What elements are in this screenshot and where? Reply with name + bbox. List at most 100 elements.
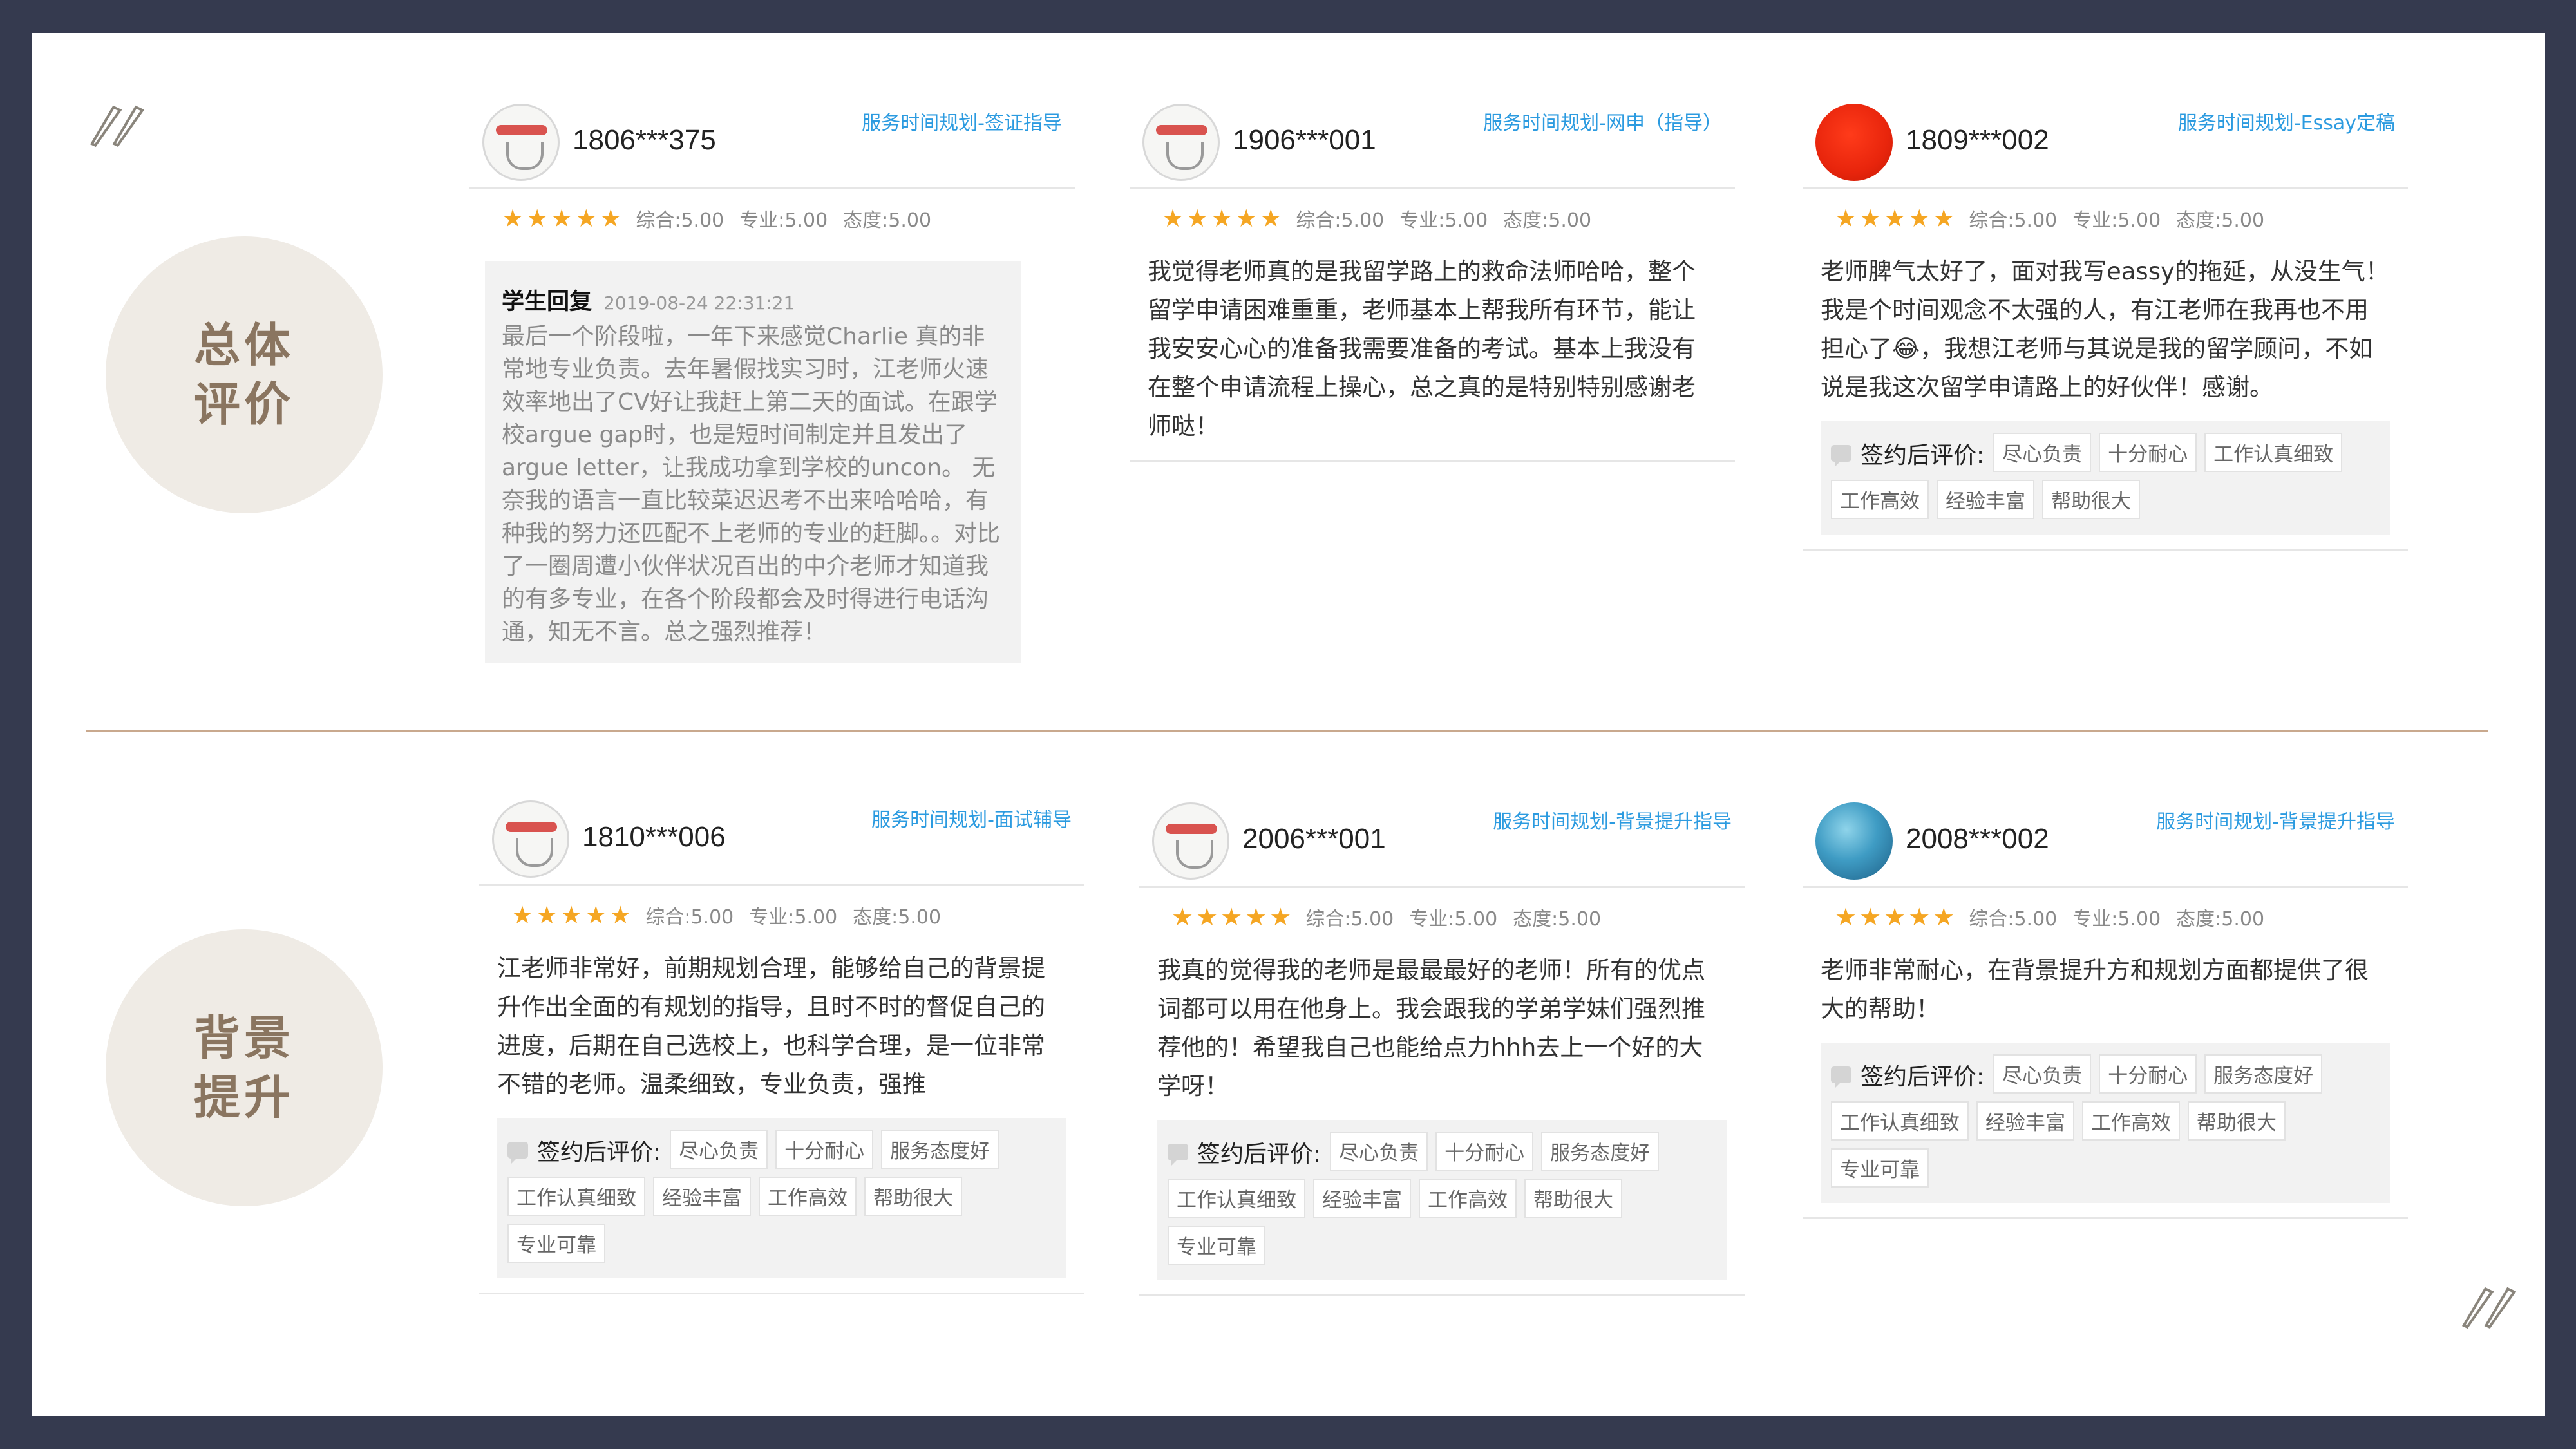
tag: 帮助很大 bbox=[2188, 1101, 2286, 1141]
student-reply: 学生回复 2019-08-24 22:31:21 最后一个阶段啦，一年下来感觉Ch… bbox=[485, 261, 1021, 663]
card-divider bbox=[1803, 549, 2408, 551]
score-overall: 综合:5.00 bbox=[1969, 908, 2058, 931]
tag: 工作高效 bbox=[759, 1177, 857, 1216]
tag: 工作认真细致 bbox=[1831, 1101, 1969, 1141]
review-card: 2006***001 服务时间规划-背景提升指导 ★★★★★ 综合:5.00 专… bbox=[1139, 790, 1745, 1296]
rating-row: ★★★★★ 综合:5.00 专业:5.00 态度:5.00 bbox=[1139, 888, 1745, 946]
tag: 工作认真细致 bbox=[2204, 433, 2343, 472]
avatar bbox=[1815, 802, 1893, 880]
tag-list: 签约后评价: 尽心负责 十分耐心 工作认真细致 工作高效 经验丰富 帮助很大 bbox=[1831, 433, 2382, 527]
rating-row: ★★★★★ 综合:5.00 专业:5.00 态度:5.00 bbox=[469, 189, 1075, 247]
username: 2006***001 bbox=[1242, 823, 1386, 855]
service-link[interactable]: 服务时间规划-面试辅导 bbox=[871, 804, 1072, 832]
tag: 帮助很大 bbox=[2042, 480, 2140, 519]
section-divider bbox=[86, 730, 2488, 732]
score-attitude: 态度:5.00 bbox=[843, 209, 932, 232]
review-text: 我觉得老师真的是我留学路上的救命法师哈哈，整个留学申请困难重重，老师基本上帮我所… bbox=[1148, 258, 1696, 440]
tag-box: 签约后评价: 尽心负责 十分耐心 服务态度好 工作认真细致 经验丰富 工作高效 … bbox=[497, 1118, 1066, 1278]
comment-icon bbox=[1168, 1143, 1188, 1166]
score-professional: 专业:5.00 bbox=[1399, 209, 1488, 232]
section-title: 背景 提升 bbox=[193, 1010, 294, 1124]
score-attitude: 态度:5.00 bbox=[853, 906, 942, 929]
card-divider bbox=[479, 1293, 1084, 1294]
tag: 服务态度好 bbox=[881, 1130, 999, 1169]
tag: 服务态度好 bbox=[1541, 1132, 1660, 1171]
star-rating-icon: ★★★★★ bbox=[1162, 204, 1285, 232]
card-header: 1809***002 服务时间规划-Essay定稿 bbox=[1803, 91, 2408, 189]
star-rating-icon: ★★★★★ bbox=[1171, 903, 1294, 931]
score-attitude: 态度:5.00 bbox=[2176, 908, 2265, 931]
score-attitude: 态度:5.00 bbox=[1513, 908, 1602, 931]
reply-title: 学生回复 bbox=[502, 289, 592, 315]
rating-row: ★★★★★ 综合:5.00 专业:5.00 态度:5.00 bbox=[1803, 189, 2408, 247]
score-professional: 专业:5.00 bbox=[739, 209, 828, 232]
reply-date: 2019-08-24 22:31:21 bbox=[603, 292, 795, 314]
rating-row: ★★★★★ 综合:5.00 专业:5.00 态度:5.00 bbox=[479, 886, 1084, 944]
tag: 尽心负责 bbox=[670, 1130, 768, 1169]
score-overall: 综合:5.00 bbox=[1305, 908, 1394, 931]
card-divider bbox=[1139, 1294, 1745, 1296]
tag: 十分耐心 bbox=[1435, 1132, 1534, 1171]
review-card: 1806***375 服务时间规划-签证指导 ★★★★★ 综合:5.00 专业:… bbox=[469, 91, 1075, 663]
review-text: 老师非常耐心，在背景提升方和规划方面都提供了很大的帮助！ bbox=[1821, 956, 2369, 1023]
reply-text: 最后一个阶段啦，一年下来感觉Charlie 真的非常地专业负责。去年暑假找实习时… bbox=[502, 323, 1001, 645]
card-header: 1806***375 服务时间规划-签证指导 bbox=[469, 91, 1075, 189]
tag-box: 签约后评价: 尽心负责 十分耐心 服务态度好 工作认真细致 经验丰富 工作高效 … bbox=[1821, 1043, 2390, 1203]
tag-title: 签约后评价: bbox=[537, 1139, 661, 1166]
service-link[interactable]: 服务时间规划-Essay定稿 bbox=[2178, 107, 2395, 135]
card-divider bbox=[1130, 460, 1735, 462]
score-professional: 专业:5.00 bbox=[749, 906, 838, 929]
card-header: 2006***001 服务时间规划-背景提升指导 bbox=[1139, 790, 1745, 888]
avatar bbox=[1152, 802, 1229, 880]
star-rating-icon: ★★★★★ bbox=[1835, 204, 1958, 232]
slide: 〃 〃 总体 评价 背景 提升 1806***375 服务时间规划-签证指导 ★… bbox=[32, 33, 2545, 1416]
avatar bbox=[1142, 104, 1220, 181]
service-link[interactable]: 服务时间规划-签证指导 bbox=[862, 107, 1062, 135]
tag-box: 签约后评价: 尽心负责 十分耐心 工作认真细致 工作高效 经验丰富 帮助很大 bbox=[1821, 421, 2390, 535]
tag: 专业可靠 bbox=[1831, 1148, 1929, 1188]
tag: 服务态度好 bbox=[2204, 1054, 2323, 1094]
service-link[interactable]: 服务时间规划-网申（指导） bbox=[1483, 107, 1722, 135]
tag: 尽心负责 bbox=[1330, 1132, 1428, 1171]
service-link[interactable]: 服务时间规划-背景提升指导 bbox=[1493, 806, 1732, 834]
tag-title: 签约后评价: bbox=[1861, 442, 1985, 469]
tag: 经验丰富 bbox=[1937, 480, 2034, 519]
username: 1809***002 bbox=[1906, 124, 2049, 156]
username: 2008***002 bbox=[1906, 823, 2049, 855]
avatar bbox=[492, 800, 569, 878]
review-text: 老师脾气太好了，面对我写eassy的拖延，从没生气！我是个时间观念不太强的人，有… bbox=[1821, 258, 2389, 401]
tag: 工作高效 bbox=[1831, 480, 1929, 519]
comment-icon bbox=[507, 1141, 528, 1164]
tag: 经验丰富 bbox=[653, 1177, 751, 1216]
quote-mark-icon: 〃 bbox=[70, 84, 150, 174]
tag: 工作高效 bbox=[2082, 1101, 2180, 1141]
card-header: 1810***006 服务时间规划-面试辅导 bbox=[479, 788, 1084, 886]
tag: 尽心负责 bbox=[1993, 433, 2092, 472]
score-attitude: 态度:5.00 bbox=[2176, 209, 2265, 232]
review-card: 1810***006 服务时间规划-面试辅导 ★★★★★ 综合:5.00 专业:… bbox=[479, 788, 1084, 1294]
username: 1906***001 bbox=[1233, 124, 1376, 156]
comment-icon bbox=[1831, 444, 1852, 467]
score-professional: 专业:5.00 bbox=[1409, 908, 1498, 931]
tag: 尽心负责 bbox=[1993, 1054, 2092, 1094]
comment-icon bbox=[1831, 1066, 1852, 1088]
avatar bbox=[1815, 104, 1893, 181]
avatar bbox=[482, 104, 560, 181]
tag: 帮助很大 bbox=[1524, 1179, 1622, 1218]
review-text: 江老师非常好，前期规划合理，能够给自己的背景提升作出全面的有规划的指导，且时不时… bbox=[497, 954, 1045, 1098]
tag: 经验丰富 bbox=[1313, 1179, 1411, 1218]
tag: 工作认真细致 bbox=[1168, 1179, 1305, 1218]
star-rating-icon: ★★★★★ bbox=[1835, 903, 1958, 931]
service-link[interactable]: 服务时间规划-背景提升指导 bbox=[2156, 806, 2395, 834]
score-overall: 综合:5.00 bbox=[645, 906, 734, 929]
score-overall: 综合:5.00 bbox=[1969, 209, 2058, 232]
score-professional: 专业:5.00 bbox=[2072, 908, 2161, 931]
score-overall: 综合:5.00 bbox=[1296, 209, 1385, 232]
score-overall: 综合:5.00 bbox=[636, 209, 724, 232]
tag: 工作高效 bbox=[1419, 1179, 1517, 1218]
tag: 工作认真细致 bbox=[507, 1177, 645, 1216]
tag-list: 签约后评价: 尽心负责 十分耐心 服务态度好 工作认真细致 经验丰富 工作高效 … bbox=[1831, 1054, 2382, 1195]
rating-row: ★★★★★ 综合:5.00 专业:5.00 态度:5.00 bbox=[1130, 189, 1735, 247]
section-badge-overall: 总体 评价 bbox=[106, 236, 383, 513]
tag: 十分耐心 bbox=[2099, 1054, 2197, 1094]
